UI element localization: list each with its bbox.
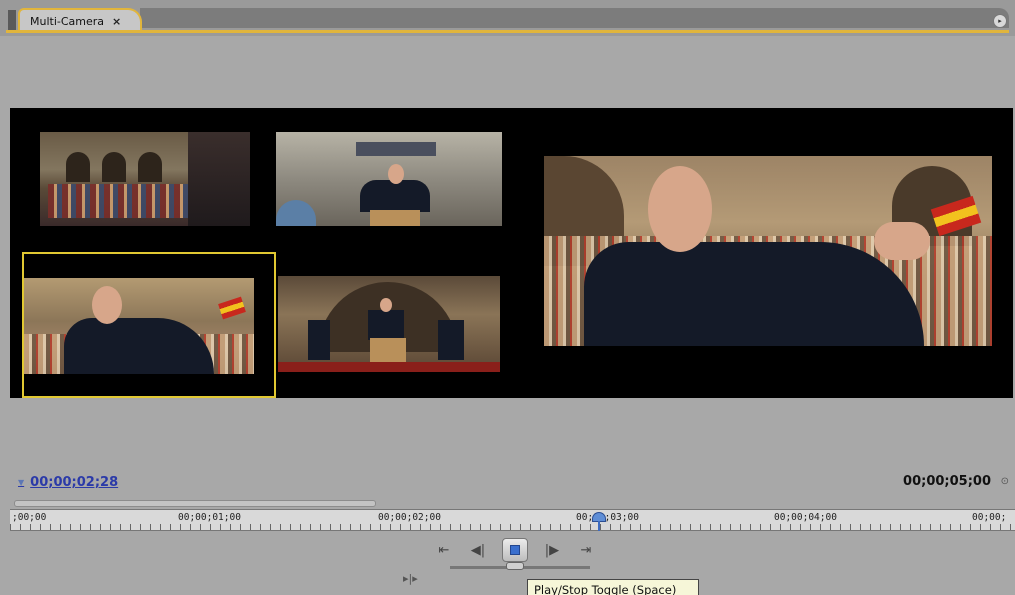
speaker-back: [584, 242, 924, 346]
stop-icon: [510, 545, 520, 555]
speaker-hand: [874, 222, 930, 260]
current-timecode-value[interactable]: 00;00;02;28: [30, 475, 118, 490]
red-carpet: [278, 362, 500, 372]
duration-timecode: 00;00;05;00: [903, 474, 991, 489]
speaker-head: [380, 298, 392, 312]
program-view: [544, 156, 992, 346]
transport-controls: ⇤ ◀| |▶ ⇥: [434, 538, 596, 562]
panel-header-fill: [140, 8, 1009, 28]
multicam-monitor: [10, 108, 1013, 398]
current-timecode[interactable]: ▼ 00;00;02;28: [18, 475, 118, 490]
bodyguard: [438, 320, 464, 360]
umbrella: [276, 200, 316, 226]
step-back-icon[interactable]: ◀|: [468, 543, 488, 558]
ruler-label: 00;00;01;00: [178, 512, 241, 523]
tooltip: Play/Stop Toggle (Space): [527, 579, 699, 595]
bodyguard: [308, 320, 330, 360]
playhead[interactable]: [592, 512, 606, 532]
tab-label: Multi-Camera: [30, 14, 105, 28]
shuttle-knob[interactable]: [506, 562, 524, 570]
speaker-body: [360, 180, 430, 212]
step-forward-icon[interactable]: |▶: [542, 543, 562, 558]
duration-icon: ⊙: [1000, 476, 1009, 487]
foreground-figure: [188, 132, 250, 226]
ruler-label: ;00;00: [12, 512, 47, 523]
panel-header-accent: [6, 30, 1009, 33]
go-to-in-point-icon[interactable]: ⇤: [434, 543, 454, 558]
ruler-label: 00;00;02;00: [378, 512, 441, 523]
zoom-scroll-bar[interactable]: [14, 500, 376, 507]
podium: [370, 338, 406, 362]
speaker-head: [648, 166, 712, 252]
tab-multi-camera[interactable]: Multi-Camera ×: [18, 8, 142, 32]
active-camera-highlight: [22, 252, 276, 398]
building-arch: [102, 152, 126, 182]
ruler-label: 00;00;03;00: [576, 512, 639, 523]
building-arch: [66, 152, 90, 182]
building-arch: [138, 152, 162, 182]
camera-1-view[interactable]: [40, 132, 250, 226]
camera-2-view[interactable]: [276, 132, 502, 226]
balcony-crowd: [48, 184, 190, 218]
time-ruler[interactable]: ;00;00 00;00;01;00 00;00;02;00 00;00;03;…: [10, 509, 1015, 531]
go-to-out-point-icon[interactable]: ⇥: [576, 543, 596, 558]
speaker-body: [368, 310, 404, 340]
podium: [370, 210, 420, 226]
jog-icon[interactable]: ▸|▸: [403, 572, 418, 585]
play-stop-button[interactable]: [502, 538, 528, 562]
timecode-marker-icon: ▼: [18, 478, 25, 487]
playhead-line: [598, 521, 600, 531]
speaker-head: [388, 164, 404, 184]
building-window: [356, 142, 436, 156]
panel-header: Multi-Camera × ▸: [0, 0, 1015, 36]
ruler-label: 00;00;: [972, 512, 1007, 523]
camera-4-view[interactable]: [278, 276, 500, 372]
ruler-label: 00;00;04;00: [774, 512, 837, 523]
tab-close-icon[interactable]: ×: [112, 15, 121, 28]
panel-menu-icon[interactable]: ▸: [993, 14, 1007, 28]
panel-grip[interactable]: [8, 10, 16, 30]
ruler-ticks: [10, 524, 1015, 530]
